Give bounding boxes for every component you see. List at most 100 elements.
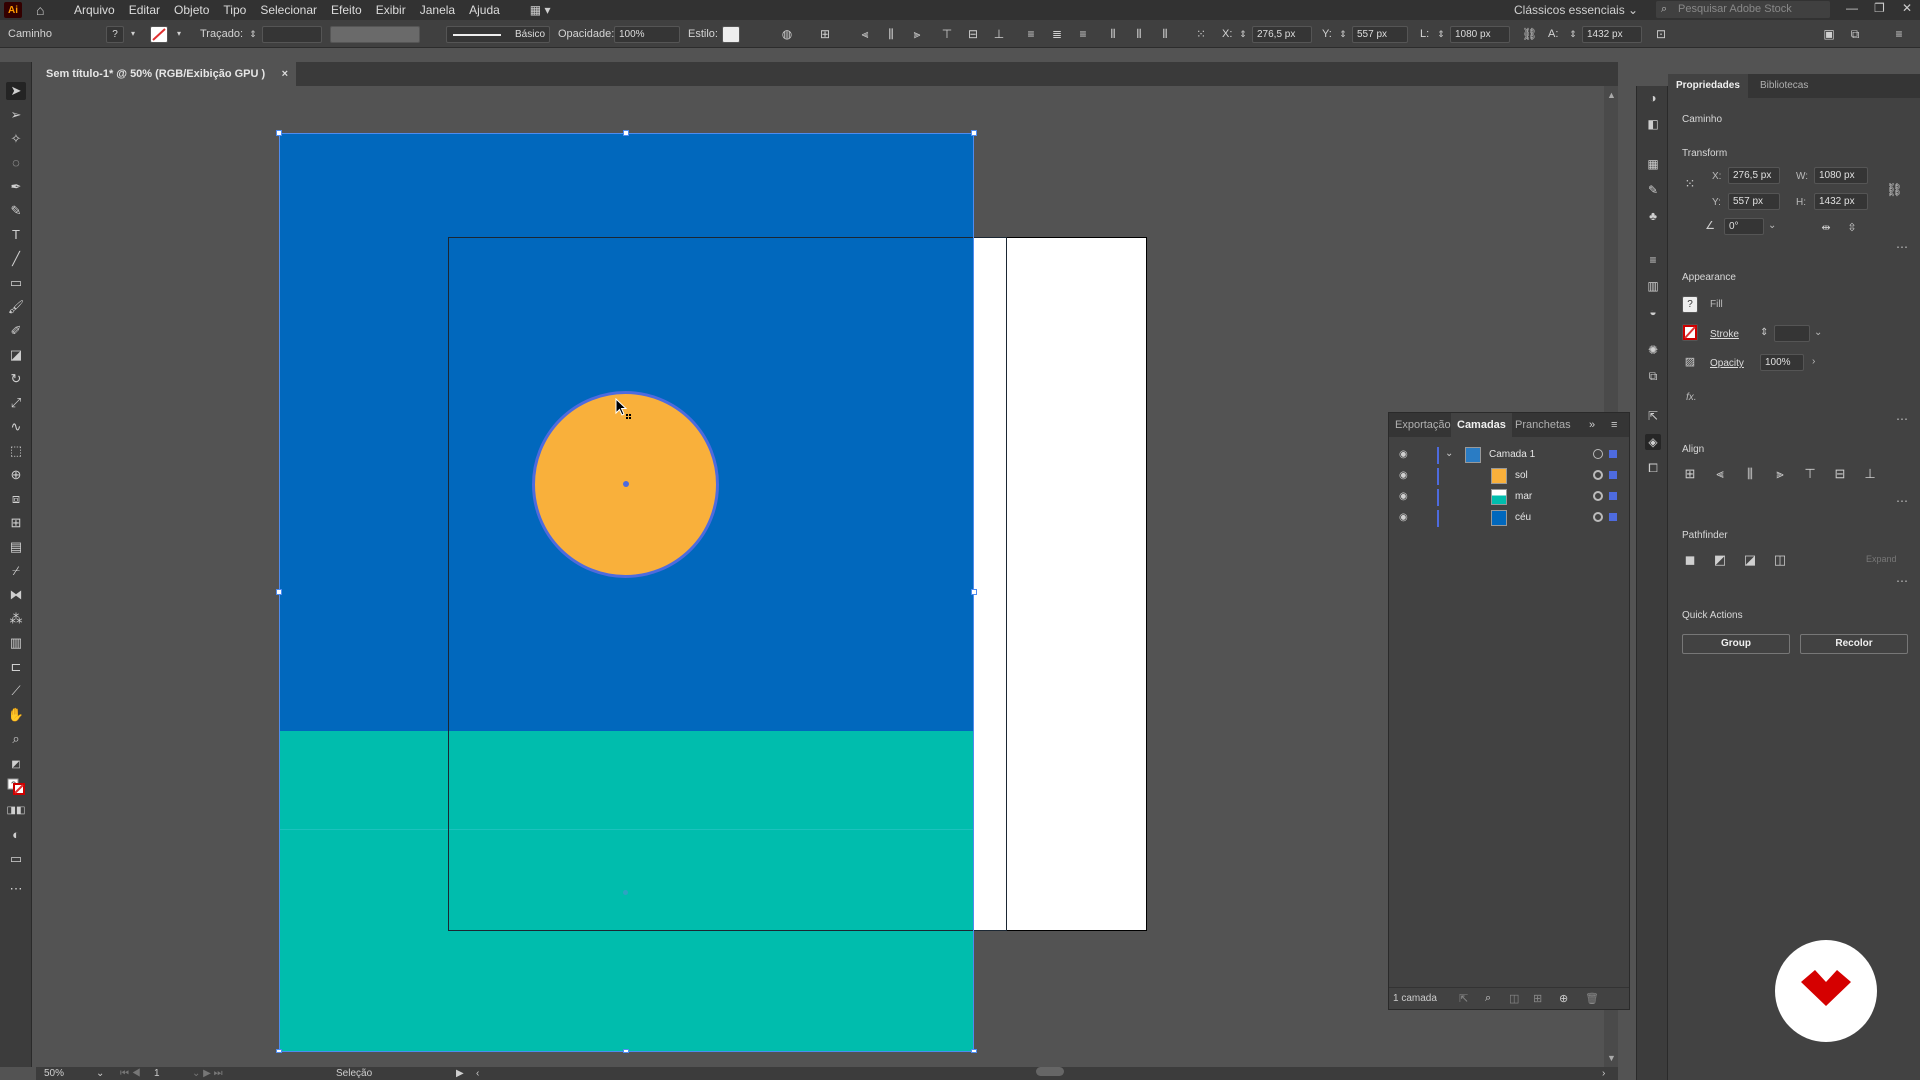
layer-row[interactable]: ◉ ⌄ Camada 1: [1389, 445, 1629, 466]
stroke-weight-input[interactable]: [262, 26, 322, 43]
brushes-icon[interactable]: ✎: [1645, 182, 1661, 198]
tab-exportacao[interactable]: Exportação: [1395, 413, 1451, 437]
shaper-tool-icon[interactable]: ✐: [6, 322, 26, 340]
align-hcenter-icon[interactable]: ⫼: [884, 27, 898, 41]
panel-menu-icon[interactable]: ≡: [1611, 413, 1617, 437]
expand-chevron-icon[interactable]: ⌄: [1445, 448, 1453, 459]
reference-point-icon[interactable]: ⁙: [1682, 176, 1698, 192]
blend-tool-icon[interactable]: ⧓: [6, 586, 26, 604]
draw-mode-icon[interactable]: ◐: [6, 826, 26, 844]
horizontal-scroll-thumb[interactable]: [1036, 1067, 1064, 1076]
chevron-down-icon[interactable]: ▾: [126, 27, 140, 41]
expand-button[interactable]: Expand: [1866, 554, 1897, 564]
resize-handle-left[interactable]: [276, 589, 282, 595]
graphic-style-swatch[interactable]: [722, 26, 740, 43]
stroke-label[interactable]: Stroke: [1710, 329, 1739, 340]
mesh-tool-icon[interactable]: ⊞: [6, 514, 26, 532]
resize-handle-top[interactable]: [623, 130, 629, 136]
menu-efeito[interactable]: Efeito: [331, 3, 362, 17]
more-options-icon[interactable]: ⋯: [1896, 412, 1908, 426]
group-button[interactable]: Group: [1682, 634, 1790, 654]
recolor-artwork-icon[interactable]: ◍: [780, 27, 794, 41]
slice-tool-icon[interactable]: ⟋: [6, 682, 26, 700]
stroke-swatch[interactable]: [150, 26, 168, 43]
flip-vertical-icon[interactable]: ⇳: [1844, 220, 1860, 236]
brush-definition[interactable]: Básico: [446, 26, 550, 43]
align-vcenter-icon[interactable]: ⊟: [966, 27, 980, 41]
document-tab[interactable]: Sem título-1* @ 50% (RGB/Exibição GPU ) …: [36, 62, 296, 86]
scroll-left-icon[interactable]: ‹: [476, 1067, 479, 1080]
width-input[interactable]: 1080 px: [1450, 26, 1510, 43]
stepper-icon[interactable]: ⇕: [246, 27, 260, 41]
align-bottom-icon[interactable]: ⊥: [1862, 466, 1878, 482]
more-options-icon[interactable]: ⋯: [1896, 494, 1908, 508]
tab-pranchetas[interactable]: Pranchetas: [1515, 413, 1571, 437]
minimize-icon[interactable]: —: [1846, 1, 1858, 15]
sublayer-row[interactable]: ◉ céu: [1389, 508, 1629, 529]
menu-ajuda[interactable]: Ajuda: [469, 3, 500, 17]
restore-icon[interactable]: ❐: [1874, 1, 1885, 15]
opacity-label[interactable]: Opacity: [1710, 358, 1744, 369]
arrange-panels-icon[interactable]: ▣: [1822, 27, 1836, 41]
align-right-icon[interactable]: ⫸: [1772, 466, 1788, 482]
x-input[interactable]: 276,5 px: [1252, 26, 1312, 43]
zoom-level[interactable]: 50%: [44, 1067, 64, 1080]
menu-editar[interactable]: Editar: [129, 3, 160, 17]
selection-square-icon[interactable]: [1609, 492, 1617, 500]
align-bottom-icon[interactable]: ⊥: [992, 27, 1006, 41]
minus-front-icon[interactable]: ◩: [1712, 552, 1728, 568]
flip-horizontal-icon[interactable]: ⇹: [1818, 220, 1834, 236]
screen-mode-icon[interactable]: ▭: [6, 850, 26, 868]
resize-handle-right[interactable]: [971, 589, 977, 595]
direct-selection-tool-icon[interactable]: ➢: [6, 106, 26, 124]
chevron-down-icon[interactable]: ⌄: [1768, 220, 1776, 231]
workspace-switcher[interactable]: Clássicos essenciais ⌄: [1514, 3, 1638, 17]
color-mode-icon[interactable]: ◨◧: [6, 802, 26, 820]
stepper-icon[interactable]: ⇕: [1336, 27, 1350, 41]
perspective-grid-tool-icon[interactable]: ⧈: [6, 490, 26, 508]
canvas[interactable]: ▲ ▼: [36, 86, 1618, 1067]
sublayer-name[interactable]: sol: [1515, 470, 1528, 481]
type-tool-icon[interactable]: T: [6, 226, 26, 244]
stepper-icon[interactable]: ⇕: [1760, 327, 1768, 338]
shape-builder-tool-icon[interactable]: ⊕: [6, 466, 26, 484]
align-to-icon[interactable]: ⊞: [1682, 466, 1698, 482]
target-circle-icon[interactable]: [1593, 470, 1603, 480]
align-vcenter-icon[interactable]: ⊟: [1832, 466, 1848, 482]
scroll-right-icon[interactable]: ›: [1602, 1067, 1605, 1080]
selection-square-icon[interactable]: [1609, 513, 1617, 521]
zoom-tool-icon[interactable]: ⌕: [6, 730, 26, 748]
resize-handle-top-left[interactable]: [276, 130, 282, 136]
panel-toggle-icon[interactable]: ⧉: [1848, 27, 1862, 41]
graphic-styles-icon[interactable]: ⧉: [1645, 368, 1661, 384]
stroke-weight-input[interactable]: [1774, 325, 1810, 342]
tab-bibliotecas[interactable]: Bibliotecas: [1760, 74, 1808, 98]
distribute-bottom-icon[interactable]: ≡: [1076, 27, 1090, 41]
tab-propriedades[interactable]: Propriedades: [1668, 74, 1748, 98]
transform-options-icon[interactable]: ⊡: [1654, 27, 1668, 41]
export-icon[interactable]: ⇱: [1459, 992, 1468, 1005]
unite-icon[interactable]: ◼: [1682, 552, 1698, 568]
color-guide-icon[interactable]: ◧: [1645, 116, 1661, 132]
rectangle-tool-icon[interactable]: ▭: [6, 274, 26, 292]
menu-arquivo[interactable]: Arquivo: [74, 3, 115, 17]
gradient-tool-icon[interactable]: ▤: [6, 538, 26, 556]
more-options-icon[interactable]: ⋯: [1896, 240, 1908, 254]
link-proportions-icon[interactable]: ⛓: [1522, 27, 1537, 41]
tab-camadas[interactable]: Camadas: [1451, 413, 1512, 437]
menu-exibir[interactable]: Exibir: [376, 3, 406, 17]
align-right-icon[interactable]: ⫸: [910, 27, 924, 41]
resize-handle-bottom[interactable]: [623, 1049, 629, 1053]
x-input[interactable]: 276,5 px: [1728, 167, 1780, 184]
eraser-tool-icon[interactable]: ◪: [6, 346, 26, 364]
chevron-down-icon[interactable]: ⌄: [1814, 327, 1822, 338]
sublayer-row[interactable]: ◉ mar: [1389, 487, 1629, 508]
resize-handle-bottom-right[interactable]: [971, 1049, 977, 1053]
intersect-icon[interactable]: ◪: [1742, 552, 1758, 568]
y-input[interactable]: 557 px: [1728, 193, 1780, 210]
opacity-input[interactable]: 100%: [614, 26, 680, 43]
locate-object-icon[interactable]: ⌕: [1485, 992, 1491, 1005]
symbol-sprayer-tool-icon[interactable]: ⁂: [6, 610, 26, 628]
column-graph-tool-icon[interactable]: ▥: [6, 634, 26, 652]
scroll-up-icon[interactable]: ▲: [1607, 90, 1616, 100]
